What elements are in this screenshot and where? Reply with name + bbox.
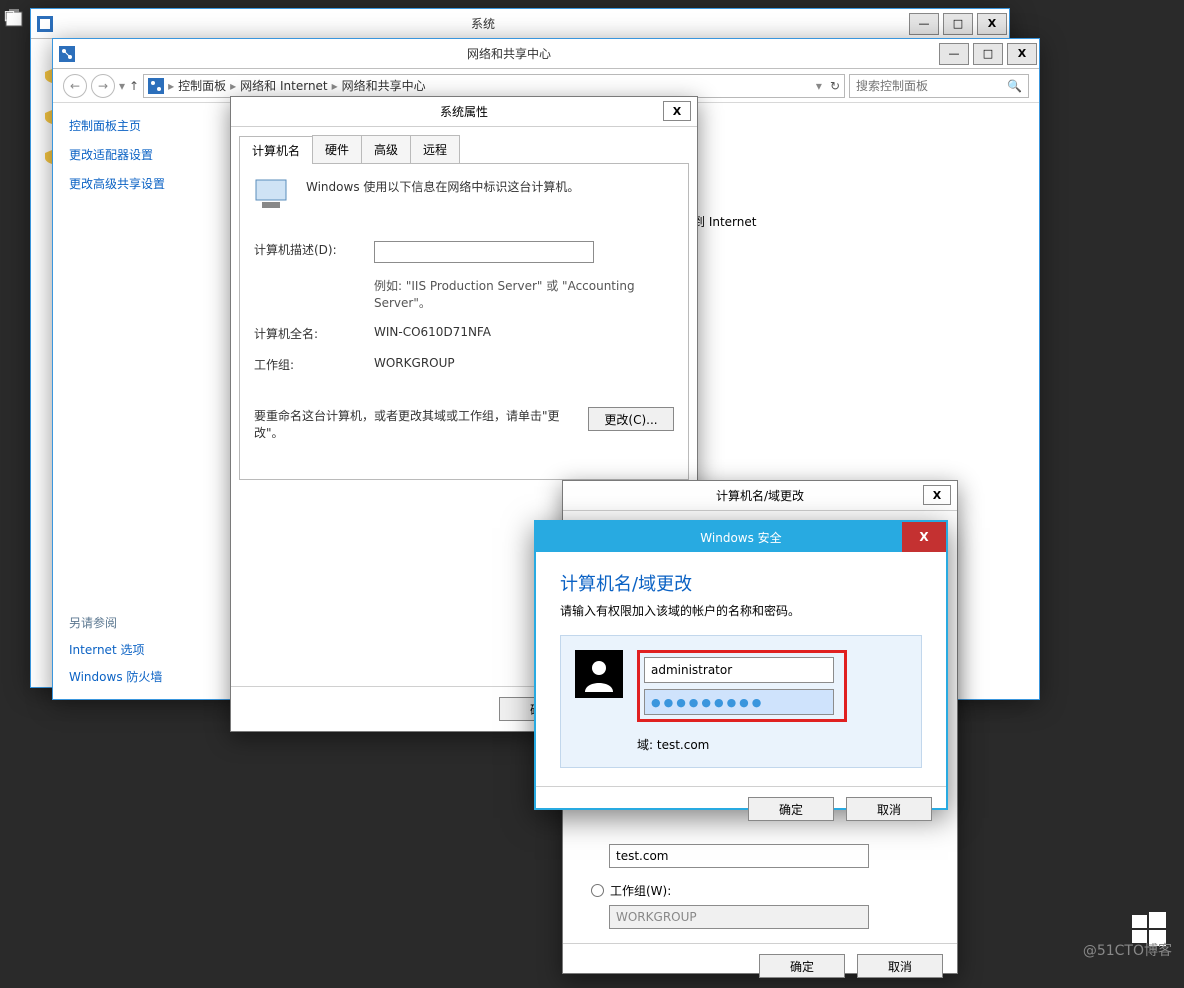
up-button[interactable]: ↑ (129, 79, 139, 93)
net-minimize-button[interactable]: — (939, 43, 969, 65)
security-cancel-button[interactable]: 取消 (846, 797, 932, 821)
network-icon (59, 46, 75, 62)
search-input[interactable] (856, 79, 1007, 93)
workgroup-label: 工作组: (254, 356, 374, 373)
crumb-control-panel[interactable]: 控制面板 (178, 77, 226, 94)
sysprops-close-button[interactable]: X (663, 101, 691, 121)
sysprops-titlebar[interactable]: 系统属性 X (231, 97, 697, 127)
sidebar: 控制面板主页 更改适配器设置 更改高级共享设置 另请参阅 Internet 选项… (53, 103, 213, 699)
domain-input[interactable] (609, 844, 869, 868)
workgroup-input (609, 905, 869, 929)
workgroup-radio[interactable] (591, 884, 604, 897)
titlebar-system[interactable]: 系统 — □ X (31, 9, 1009, 39)
sysprops-title: 系统属性 (440, 103, 488, 120)
search-icon[interactable]: 🔍 (1007, 79, 1022, 93)
history-dropdown-icon[interactable]: ▾ (119, 79, 125, 93)
desc-label: 计算机描述(D): (254, 241, 374, 258)
tab-computer-name[interactable]: 计算机名 (239, 136, 313, 164)
watermark: @51CTO博客 (1083, 940, 1172, 960)
breadcrumb[interactable]: ▸ 控制面板 ▸ 网络和 Internet ▸ 网络和共享中心 ▾ ↻ (143, 74, 845, 98)
domain-label: 域: test.com (637, 736, 847, 753)
desc-example: 例如: "IIS Production Server" 或 "Accountin… (374, 277, 674, 311)
domainchg-close-button[interactable]: X (923, 485, 951, 505)
security-heading: 计算机名/域更改 (560, 570, 922, 596)
sidebar-adapter[interactable]: 更改适配器设置 (69, 146, 153, 163)
highlight-box: ●●●●●●●●● (637, 650, 847, 722)
sidebar-advanced[interactable]: 更改高级共享设置 (69, 175, 165, 192)
sidebar-home[interactable]: 控制面板主页 (69, 117, 141, 134)
password-input[interactable]: ●●●●●●●●● (644, 689, 834, 715)
domainchg-titlebar[interactable]: 计算机名/域更改 X (563, 481, 957, 511)
fullname-label: 计算机全名: (254, 325, 374, 342)
net-maximize-button[interactable]: □ (973, 43, 1003, 65)
crumb-network-internet[interactable]: 网络和 Internet (240, 77, 327, 94)
sidebar-inet-options[interactable]: Internet 选项 (69, 643, 144, 657)
search-box[interactable]: 🔍 (849, 74, 1029, 98)
password-mask: ●●●●●●●●● (651, 696, 764, 709)
info-text: Windows 使用以下信息在网络中标识这台计算机。 (306, 178, 674, 195)
breadcrumb-dropdown-icon[interactable]: ▾ (816, 79, 822, 93)
system-title: 系统 (59, 15, 907, 32)
refresh-icon[interactable]: ↻ (830, 79, 840, 93)
network-title: 网络和共享中心 (81, 45, 937, 62)
forward-button[interactable]: → (91, 74, 115, 98)
change-button[interactable]: 更改(C)... (588, 407, 674, 431)
tab-hardware[interactable]: 硬件 (312, 135, 362, 163)
domainchg-ok-button[interactable]: 确定 (759, 954, 845, 978)
titlebar-network[interactable]: 网络和共享中心 — □ X (53, 39, 1039, 69)
username-input[interactable] (644, 657, 834, 683)
breadcrumb-sep: ▸ (168, 79, 174, 93)
crumb-network-sharing[interactable]: 网络和共享中心 (342, 77, 426, 94)
breadcrumb-icon (148, 78, 164, 94)
back-button[interactable]: ← (63, 74, 87, 98)
sys-maximize-button[interactable]: □ (943, 13, 973, 35)
net-close-button[interactable]: X (1007, 43, 1037, 65)
credentials-box: ●●●●●●●●● 域: test.com (560, 635, 922, 768)
domainchg-cancel-button[interactable]: 取消 (857, 954, 943, 978)
fullname-value: WIN-CO610D71NFA (374, 325, 674, 339)
dialog-windows-security: Windows 安全 X 计算机名/域更改 请输入有权限加入该域的帐户的名称和密… (534, 520, 948, 810)
internet-text: 到 Internet (693, 213, 756, 230)
sysprops-tabs: 计算机名 硬件 高级 远程 (239, 135, 689, 164)
security-ok-button[interactable]: 确定 (748, 797, 834, 821)
workgroup-value: WORKGROUP (374, 356, 674, 370)
security-close-button[interactable]: X (902, 522, 946, 552)
workgroup-radio-label: 工作组(W): (610, 882, 671, 899)
system-icon (37, 16, 53, 32)
rename-text: 要重命名这台计算机，或者更改其域或工作组，请单击"更改"。 (254, 407, 578, 441)
tab-advanced[interactable]: 高级 (361, 135, 411, 163)
security-title: Windows 安全 (700, 529, 781, 546)
sys-minimize-button[interactable]: — (909, 13, 939, 35)
sys-close-button[interactable]: X (977, 13, 1007, 35)
computer-icon (254, 178, 294, 213)
avatar-icon (575, 650, 623, 698)
domainchg-title: 计算机名/域更改 (716, 487, 804, 504)
see-also-heading: 另请参阅 (69, 614, 197, 631)
recycle-bin-label: 回 (4, 8, 15, 24)
sidebar-firewall[interactable]: Windows 防火墙 (69, 670, 162, 684)
computer-description-input[interactable] (374, 241, 594, 263)
tab-remote[interactable]: 远程 (410, 135, 460, 163)
security-message: 请输入有权限加入该域的帐户的名称和密码。 (560, 602, 922, 619)
security-titlebar[interactable]: Windows 安全 X (536, 522, 946, 552)
